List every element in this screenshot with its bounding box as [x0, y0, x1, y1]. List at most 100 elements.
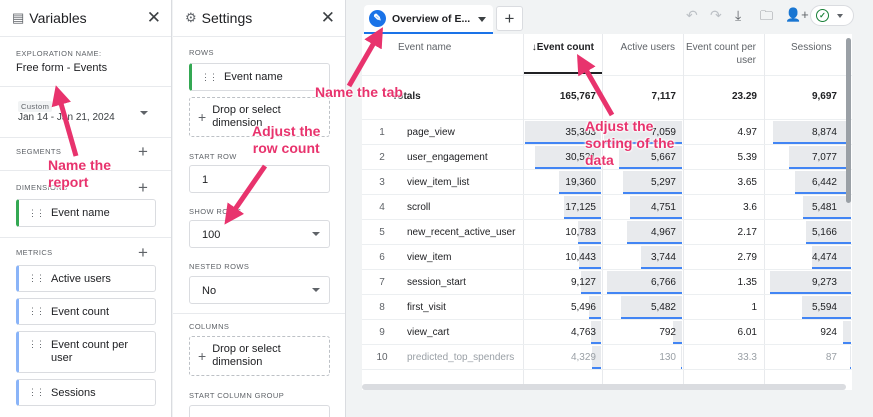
share-icon[interactable]: 👤+	[785, 7, 809, 23]
row-sessions: 87	[825, 352, 837, 363]
row-sessions: 7,077	[811, 152, 837, 163]
analysis-status[interactable]: ✓	[810, 5, 854, 26]
column-header-sessions[interactable]: Sessions	[765, 34, 852, 74]
nested-rows-value: No	[202, 285, 217, 297]
show-rows-select[interactable]: 100	[189, 220, 330, 248]
drag-handle-icon[interactable]: ⋮⋮	[28, 339, 45, 350]
download-icon[interactable]: ⤓	[735, 7, 741, 24]
column-header-active-users[interactable]: Active users	[603, 34, 683, 74]
row-active-users: 3,744	[650, 252, 676, 263]
add-segment-icon[interactable]: +	[138, 143, 148, 160]
add-icon: +	[198, 348, 207, 364]
date-range-dropdown-icon[interactable]	[140, 111, 148, 115]
nested-rows-select[interactable]: No	[189, 276, 330, 304]
settings-header: ⚙ Settings	[173, 0, 345, 36]
show-rows-label: SHOW ROWS	[189, 207, 242, 216]
column-header-event-count[interactable]: ↓Event count	[524, 34, 602, 74]
row-chip-event-name[interactable]: ⋮⋮ Event name	[189, 63, 330, 91]
exploration-name-input[interactable]: Free form - Events	[16, 62, 156, 74]
redo-icon[interactable]: ↷	[710, 7, 722, 24]
nested-rows-label: NESTED ROWS	[189, 262, 250, 271]
row-sessions: 5,481	[811, 202, 837, 213]
row-event-name[interactable]: predicted_top_spenders	[407, 352, 514, 363]
gear-icon: ⚙	[185, 10, 197, 25]
metric-chip-event-count-per-user[interactable]: ⋮⋮ Event count per user	[16, 331, 156, 373]
start-row-input[interactable]: 1	[189, 165, 330, 193]
tab-menu-icon[interactable]	[478, 17, 486, 22]
row-index: 7	[379, 277, 385, 288]
row-event-name[interactable]: view_item	[407, 252, 451, 263]
row-sessions: 924	[820, 327, 837, 338]
drag-handle-icon[interactable]: ⋮⋮	[201, 72, 218, 83]
chevron-down-icon	[837, 13, 843, 18]
row-divider	[362, 269, 852, 270]
row-per-user: 1	[751, 302, 757, 313]
metric-chip-sessions[interactable]: ⋮⋮ Sessions	[16, 379, 156, 406]
show-rows-value: 100	[202, 229, 221, 241]
total-active-users: 7,117	[651, 91, 676, 102]
row-per-user: 3.6	[743, 202, 757, 213]
add-tab-button[interactable]: +	[496, 6, 523, 31]
column-header-event-name[interactable]: Event name	[368, 34, 518, 74]
start-row-label: START ROW	[189, 152, 237, 161]
variables-title: Variables	[29, 10, 87, 26]
columns-label: COLUMNS	[189, 322, 230, 331]
drag-handle-icon[interactable]: ⋮⋮	[28, 273, 45, 284]
add-metric-icon[interactable]: +	[138, 244, 148, 261]
row-event-count: 19,360	[565, 177, 596, 188]
row-divider	[362, 244, 852, 245]
close-settings-icon[interactable]: ✕	[321, 8, 335, 28]
row-per-user: 4.97	[737, 127, 757, 138]
row-event-count: 10,783	[565, 227, 596, 238]
row-divider	[362, 344, 852, 345]
row-event-name[interactable]: view_item_list	[407, 177, 469, 188]
rows-label: ROWS	[189, 48, 214, 57]
metric-chip-label: Sessions	[51, 386, 96, 399]
column-header-event-count-per-user[interactable]: Event count per user	[684, 34, 764, 74]
row-per-user: 5.39	[737, 152, 757, 163]
bar-au	[681, 346, 682, 368]
move-to-folder-icon[interactable]: 🗀	[760, 7, 773, 29]
row-index: 8	[379, 302, 385, 313]
date-range-value[interactable]: Jan 14 - Jan 21, 2024	[18, 112, 115, 123]
start-column-group-label: START COLUMN GROUP	[189, 391, 285, 400]
dimension-chip-event-name[interactable]: ⋮⋮ Event name	[16, 199, 156, 227]
total-sessions: 9,697	[811, 91, 837, 102]
variables-panel: ▤ Variables ✕ EXPLORATION NAME: Free for…	[0, 0, 172, 417]
row-per-user: 33.3	[737, 352, 757, 363]
undo-icon[interactable]: ↶	[686, 7, 698, 24]
row-per-user: 1.35	[737, 277, 757, 288]
row-sessions: 4,474	[811, 252, 837, 263]
bar-se	[850, 346, 851, 368]
metric-chip-event-count[interactable]: ⋮⋮ Event count	[16, 298, 156, 325]
drag-handle-icon[interactable]: ⋮⋮	[28, 208, 45, 219]
row-active-users: 5,297	[650, 177, 676, 188]
row-event-count: 4,763	[570, 327, 596, 338]
add-dimension-icon[interactable]: +	[138, 179, 148, 196]
metric-chip-active-users[interactable]: ⋮⋮ Active users	[16, 265, 156, 292]
row-divider	[362, 219, 852, 220]
row-event-name[interactable]: scroll	[407, 202, 430, 213]
vertical-scrollbar[interactable]	[846, 38, 851, 203]
row-active-users: 4,967	[650, 227, 676, 238]
row-index: 5	[379, 227, 385, 238]
row-event-name[interactable]: page_view	[407, 127, 455, 138]
row-active-users: 4,751	[650, 202, 676, 213]
row-event-name[interactable]: view_cart	[407, 327, 449, 338]
start-column-group-input[interactable]	[189, 405, 330, 417]
check-circle-icon: ✓	[816, 9, 829, 22]
pencil-icon: ✎	[369, 10, 386, 27]
row-event-name[interactable]: user_engagement	[407, 152, 488, 163]
tab-overview[interactable]: ✎ Overview of E...	[364, 5, 493, 34]
row-event-count: 9,127	[570, 277, 596, 288]
drag-handle-icon[interactable]: ⋮⋮	[28, 387, 45, 398]
row-event-name[interactable]: first_visit	[407, 302, 446, 313]
row-event-name[interactable]: session_start	[407, 277, 466, 288]
close-variables-icon[interactable]: ✕	[147, 8, 161, 28]
exploration-editor: ▤ Variables ✕ EXPLORATION NAME: Free for…	[0, 0, 873, 417]
horizontal-scrollbar[interactable]	[362, 384, 846, 390]
drag-handle-icon[interactable]: ⋮⋮	[28, 306, 45, 317]
columns-drop-zone[interactable]: + Drop or select dimension	[189, 336, 330, 376]
row-event-name[interactable]: new_recent_active_user	[407, 227, 515, 238]
metric-chip-label: Event count	[51, 305, 110, 318]
